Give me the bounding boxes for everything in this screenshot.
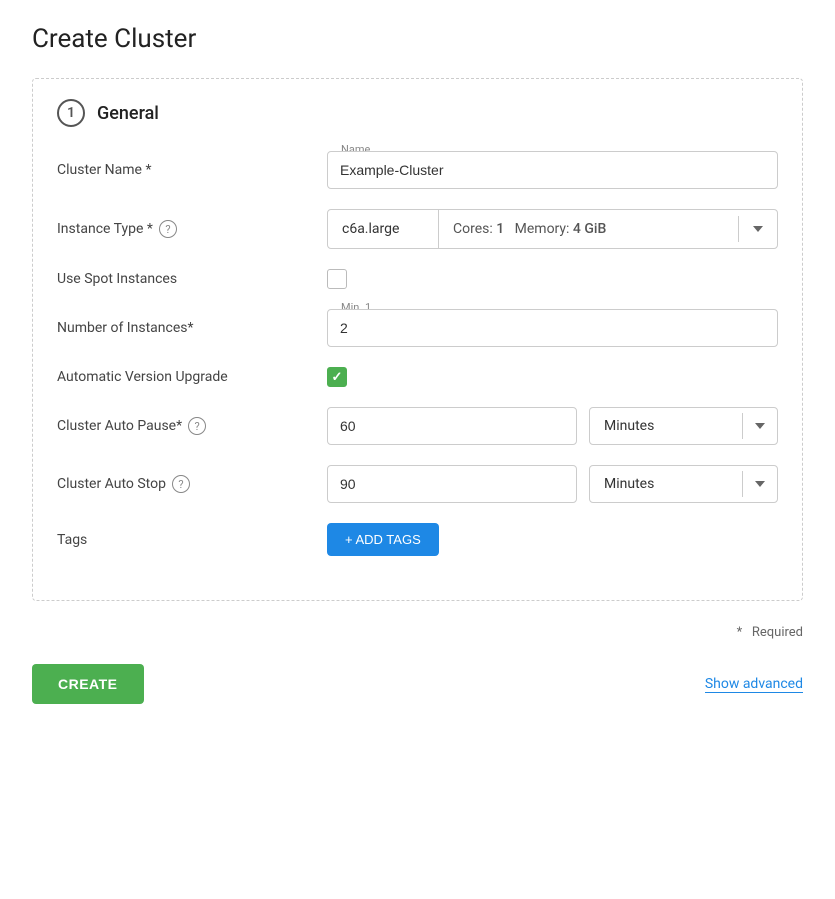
tags-control: + ADD TAGS xyxy=(327,523,778,556)
instance-type-arrow[interactable] xyxy=(738,216,777,242)
num-instances-row: Number of Instances* Min. 1 xyxy=(57,309,778,347)
instance-type-dropdown[interactable]: c6a.large Cores: 1 Memory: 4 GiB xyxy=(327,209,778,249)
auto-pause-row: Cluster Auto Pause* ? Minutes xyxy=(57,407,778,445)
required-label: Required xyxy=(752,625,803,640)
footer: * Required CREATE Show advanced xyxy=(32,625,803,704)
use-spot-checkbox-wrapper xyxy=(327,269,778,289)
auto-pause-control: Minutes xyxy=(327,407,778,445)
memory-label: Memory: xyxy=(515,221,570,237)
auto-pause-help-icon[interactable]: ? xyxy=(188,417,206,435)
auto-stop-input[interactable] xyxy=(327,465,577,503)
auto-pause-unit-arrow[interactable] xyxy=(742,413,777,439)
auto-upgrade-row: Automatic Version Upgrade xyxy=(57,367,778,387)
required-star: * xyxy=(737,625,743,640)
chevron-down-icon xyxy=(755,423,765,429)
tags-label: Tags xyxy=(57,532,327,548)
instance-type-meta: Cores: 1 Memory: 4 GiB xyxy=(439,211,738,247)
auto-pause-label: Cluster Auto Pause* ? xyxy=(57,417,327,435)
instance-type-control: c6a.large Cores: 1 Memory: 4 GiB xyxy=(327,209,778,249)
auto-stop-row: Cluster Auto Stop ? Minutes xyxy=(57,465,778,503)
create-button[interactable]: CREATE xyxy=(32,664,144,704)
footer-actions: CREATE Show advanced xyxy=(32,656,803,704)
auto-stop-unit-arrow[interactable] xyxy=(742,471,777,497)
chevron-down-icon xyxy=(755,481,765,487)
use-spot-row: Use Spot Instances xyxy=(57,269,778,289)
num-instances-wrapper: Min. 1 xyxy=(327,309,778,347)
use-spot-label: Use Spot Instances xyxy=(57,271,327,287)
section-title: General xyxy=(97,103,159,124)
auto-stop-control: Minutes xyxy=(327,465,778,503)
cluster-name-label: Cluster Name * xyxy=(57,162,327,178)
cores-label: Cores: xyxy=(453,221,493,237)
show-advanced-link[interactable]: Show advanced xyxy=(705,676,803,693)
instance-type-value: c6a.large xyxy=(328,211,438,247)
auto-stop-inputs: Minutes xyxy=(327,465,778,503)
auto-pause-input[interactable] xyxy=(327,407,577,445)
footer-right: Show advanced xyxy=(705,676,803,693)
section-number: 1 xyxy=(57,99,85,127)
auto-pause-inputs: Minutes xyxy=(327,407,778,445)
cluster-name-row: Cluster Name * Name... xyxy=(57,151,778,189)
use-spot-control xyxy=(327,269,778,289)
instance-type-help-icon[interactable]: ? xyxy=(159,220,177,238)
chevron-down-icon xyxy=(753,226,763,232)
instance-type-label: Instance Type * ? xyxy=(57,220,327,238)
instance-type-row: Instance Type * ? c6a.large Cores: 1 Mem… xyxy=(57,209,778,249)
section-header: 1 General xyxy=(57,99,778,127)
auto-upgrade-checkbox-wrapper xyxy=(327,367,778,387)
auto-upgrade-label: Automatic Version Upgrade xyxy=(57,369,327,385)
auto-stop-unit-value: Minutes xyxy=(590,466,742,502)
cluster-name-control: Name... xyxy=(327,151,778,189)
auto-pause-unit-value: Minutes xyxy=(590,408,742,444)
cluster-name-wrapper: Name... xyxy=(327,151,778,189)
auto-stop-help-icon[interactable]: ? xyxy=(172,475,190,493)
auto-upgrade-checkbox[interactable] xyxy=(327,367,347,387)
use-spot-checkbox[interactable] xyxy=(327,269,347,289)
cores-value: 1 xyxy=(496,221,504,237)
auto-upgrade-control xyxy=(327,367,778,387)
memory-value: 4 GiB xyxy=(573,221,606,237)
auto-stop-label: Cluster Auto Stop ? xyxy=(57,475,327,493)
cluster-name-input[interactable] xyxy=(327,151,778,189)
num-instances-input[interactable] xyxy=(327,309,778,347)
general-section: 1 General Cluster Name * Name... Instanc… xyxy=(32,78,803,601)
add-tags-button[interactable]: + ADD TAGS xyxy=(327,523,439,556)
required-note: * Required xyxy=(32,625,803,640)
tags-row: Tags + ADD TAGS xyxy=(57,523,778,556)
auto-stop-unit-select[interactable]: Minutes xyxy=(589,465,778,503)
page-title: Create Cluster xyxy=(32,24,803,54)
num-instances-control: Min. 1 xyxy=(327,309,778,347)
num-instances-label: Number of Instances* xyxy=(57,320,327,336)
auto-pause-unit-select[interactable]: Minutes xyxy=(589,407,778,445)
